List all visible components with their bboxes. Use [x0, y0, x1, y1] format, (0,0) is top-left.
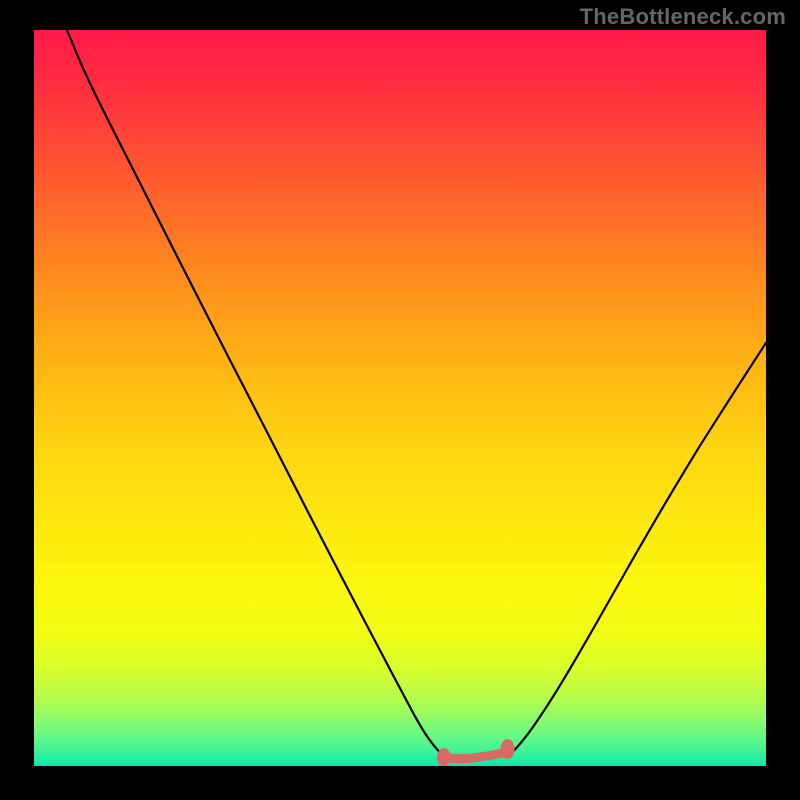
plot-area: [34, 30, 766, 766]
curve-layer: [34, 30, 766, 766]
valley-marker-end-right: [501, 739, 515, 759]
chart-frame: TheBottleneck.com: [0, 0, 800, 800]
valley-marker-end-left: [437, 748, 451, 766]
valley-marker-line: [444, 752, 508, 759]
valley-marker-group: [437, 739, 515, 766]
watermark-text: TheBottleneck.com: [580, 4, 786, 30]
right-curve-path: [508, 343, 766, 757]
left-curve-path: [67, 30, 444, 756]
